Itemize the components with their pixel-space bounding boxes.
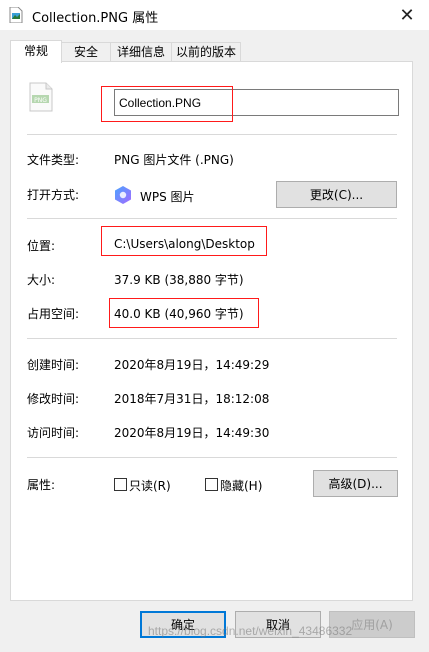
- change-button[interactable]: 更改(C)...: [276, 181, 397, 208]
- wps-app-icon: [115, 186, 131, 204]
- hidden-label[interactable]: 隐藏(H): [220, 477, 262, 494]
- accessed-value: 2020年8月19日，14:49:30: [114, 426, 270, 440]
- divider: [27, 338, 397, 339]
- size-on-disk-label: 占用空间:: [27, 307, 80, 321]
- hidden-checkbox[interactable]: [205, 478, 218, 491]
- location-value: C:\Users\along\Desktop: [114, 237, 255, 251]
- tab-details[interactable]: 详细信息: [110, 42, 172, 62]
- png-file-icon: PNG: [29, 82, 53, 112]
- opens-with-app: WPS 图片: [140, 190, 195, 204]
- opens-with-label: 打开方式:: [27, 188, 80, 202]
- location-label: 位置:: [27, 239, 56, 253]
- readonly-label[interactable]: 只读(R): [129, 477, 171, 494]
- change-button-label: 更改(C)...: [309, 188, 364, 202]
- size-on-disk-value: 40.0 KB (40,960 字节): [114, 307, 244, 321]
- title-bar: Collection.PNG 属性 ✕: [0, 0, 429, 30]
- divider: [27, 457, 397, 458]
- attributes-label: 属性:: [27, 478, 56, 492]
- size-value: 37.9 KB (38,880 字节): [114, 273, 244, 287]
- file-type-value: PNG 图片文件 (.PNG): [114, 153, 234, 167]
- modified-label: 修改时间:: [27, 392, 80, 406]
- tab-previous-versions[interactable]: 以前的版本: [171, 42, 241, 62]
- tab-label: 详细信息: [116, 45, 165, 59]
- file-type-label: 文件类型:: [27, 153, 80, 167]
- divider: [27, 134, 397, 135]
- close-icon: ✕: [399, 4, 415, 26]
- window-title: Collection.PNG 属性: [32, 11, 159, 26]
- advanced-button-label: 高级(D)...: [328, 477, 383, 491]
- size-label: 大小:: [27, 273, 56, 287]
- created-value: 2020年8月19日，14:49:29: [114, 358, 270, 372]
- tab-security[interactable]: 安全: [61, 42, 111, 62]
- modified-value: 2018年7月31日，18:12:08: [114, 392, 270, 406]
- image-file-icon: [9, 7, 23, 23]
- accessed-label: 访问时间:: [27, 426, 80, 440]
- tab-general[interactable]: 常规: [10, 40, 62, 63]
- filename-input[interactable]: [114, 89, 399, 116]
- readonly-checkbox[interactable]: [114, 478, 127, 491]
- svg-text:PNG: PNG: [34, 97, 47, 104]
- general-panel: PNG 文件类型: PNG 图片文件 (.PNG) 打开方式: WPS 图片 更…: [10, 61, 413, 601]
- advanced-button[interactable]: 高级(D)...: [313, 470, 398, 497]
- created-label: 创建时间:: [27, 358, 80, 372]
- tab-label: 以前的版本: [175, 45, 236, 59]
- watermark: https://blog.csdn.net/weixin_43486332: [148, 624, 353, 638]
- divider: [27, 218, 397, 219]
- tab-label: 常规: [23, 44, 48, 58]
- apply-button-label: 应用(A): [351, 618, 393, 632]
- close-button[interactable]: ✕: [385, 0, 429, 30]
- tab-label: 安全: [73, 45, 98, 59]
